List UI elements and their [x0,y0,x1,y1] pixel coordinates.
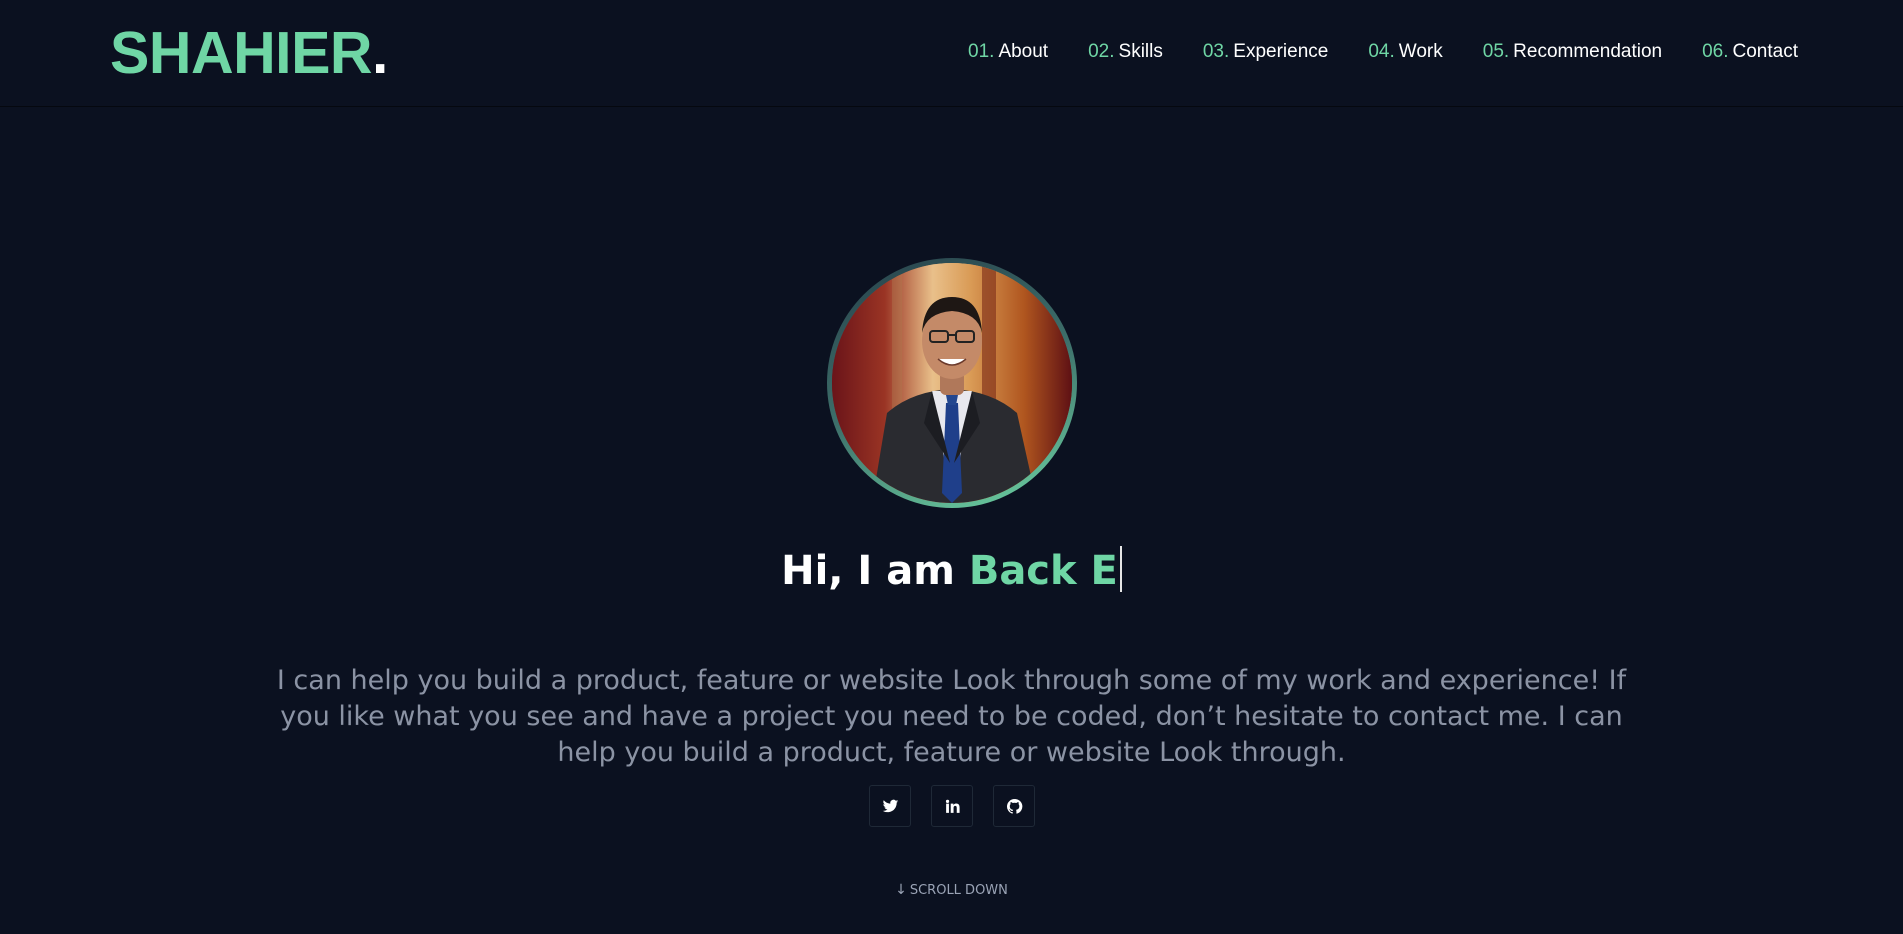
nav-item-label: Experience [1233,41,1329,62]
hero-greeting: Hi, I am [781,548,969,594]
nav-item-skills[interactable]: 02. Skills [1088,40,1163,64]
site-header: SHAHIER. 01. About 02. Skills 03. Experienc… [0,0,1903,107]
profile-photo-illustration [832,263,1072,503]
github-button[interactable] [993,785,1035,827]
social-links [869,785,1035,827]
twitter-button[interactable] [869,785,911,827]
profile-photo [832,263,1072,503]
linkedin-icon [945,799,960,813]
linkedin-button[interactable] [931,785,973,827]
site-logo[interactable]: SHAHIER. [110,20,388,86]
arrow-down-icon: ↓ [895,882,907,898]
nav-item-recommendation[interactable]: 05. Recommendation [1483,40,1662,64]
main-nav: 01. About 02. Skills 03. Experience 04. Work… [968,40,1798,64]
nav-item-number: 03. [1202,41,1230,62]
logo-text: SHAHIER [110,20,373,86]
scroll-down-label: SCROLL DOWN [909,883,1008,898]
scroll-down-link[interactable]: ↓ SCROLL DOWN [0,881,1903,900]
nav-item-label: About [998,41,1049,62]
nav-item-number: 04. [1368,41,1395,62]
nav-item-label: Contact [1732,41,1798,62]
nav-item-label: Skills [1118,41,1163,62]
nav-item-label: Recommendation [1513,41,1663,62]
nav-item-about[interactable]: 01. About [968,40,1048,64]
nav-item-work[interactable]: 04. Work [1368,40,1442,64]
hero-intro-text: I can help you build a product, feature … [276,665,1627,768]
twitter-icon [882,799,898,812]
nav-item-number: 02. [1088,41,1115,62]
hero-typed-role: Back E [968,548,1118,594]
nav-item-number: 05. [1482,41,1510,62]
profile-photo-frame [827,258,1077,508]
hero-headline: Hi, I am Back E [0,545,1903,597]
nav-item-label: Work [1398,41,1443,62]
typing-cursor [1119,546,1122,592]
nav-item-number: 01. [968,41,995,62]
logo-dot: . [372,20,388,86]
nav-item-experience[interactable]: 03. Experience [1203,40,1328,64]
github-icon [1006,798,1022,814]
nav-item-number: 06. [1702,41,1729,62]
nav-item-contact[interactable]: 06. Contact [1702,40,1798,64]
